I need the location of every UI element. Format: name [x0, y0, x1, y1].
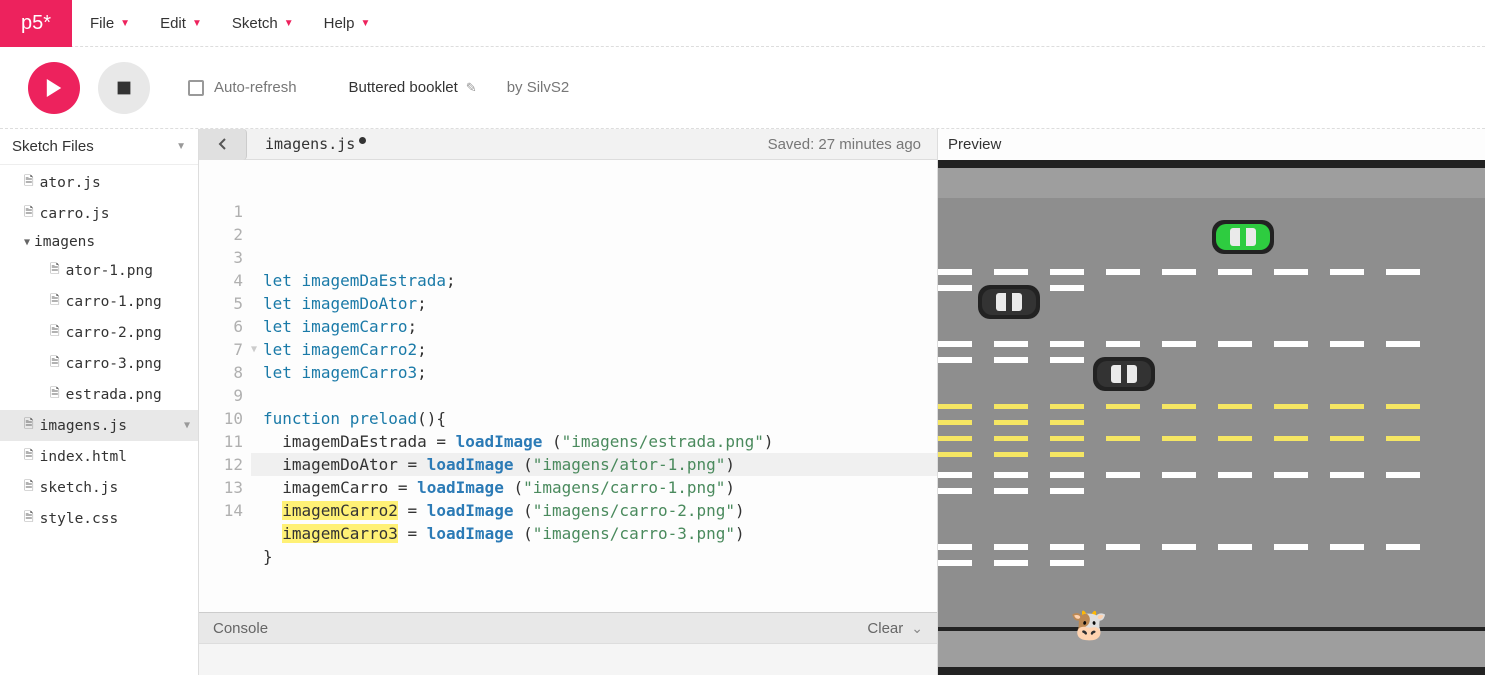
file-name: carro-3.png — [66, 356, 162, 372]
file-item[interactable]: 🗎 ator-1.png — [0, 255, 198, 286]
file-item[interactable]: 🗎 carro-3.png — [0, 348, 198, 379]
editor-column: imagens.js Saved: 27 minutes ago ▼ 12345… — [199, 129, 937, 675]
menu-bar: p5* File▼ Edit▼ Sketch▼ Help▼ — [0, 0, 1485, 47]
file-icon: 🗎 — [24, 203, 34, 224]
file-list: 🗎ator.js🗎carro.js▼imagens🗎ator-1.png🗎car… — [0, 165, 198, 534]
caret-down-icon: ▼ — [184, 420, 190, 431]
car-sprite — [1091, 353, 1157, 398]
auto-refresh-toggle[interactable]: Auto-refresh — [188, 79, 297, 96]
sidebar-header[interactable]: Sketch Files ▼ — [0, 129, 198, 165]
file-name: carro.js — [40, 206, 110, 222]
line-gutter: ▼ 1234567891011121314 — [199, 160, 251, 612]
file-item[interactable]: 🗎 ator.js — [0, 167, 198, 198]
file-icon: 🗎 — [24, 172, 34, 193]
control-bar: Auto-refresh Buttered booklet ✎ by SilvS… — [0, 47, 1485, 129]
car-sprite — [976, 281, 1042, 326]
stop-icon — [116, 80, 132, 96]
file-icon: 🗎 — [50, 322, 60, 343]
console-header[interactable]: Console Clear ⌄ — [199, 612, 937, 643]
preview-column: Preview 🐮 — [937, 129, 1485, 675]
file-name: estrada.png — [66, 387, 162, 403]
file-name: carro-1.png — [66, 294, 162, 310]
file-icon: 🗎 — [50, 260, 60, 281]
folder-item[interactable]: ▼ imagens — [0, 229, 198, 255]
actor-sprite: 🐮 — [1070, 608, 1107, 643]
chevron-left-icon — [218, 137, 228, 151]
author-label: by SilvS2 — [507, 79, 570, 96]
sketch-name[interactable]: Buttered booklet ✎ — [349, 79, 477, 96]
file-item[interactable]: 🗎 carro.js — [0, 198, 198, 229]
preview-header: Preview — [938, 129, 1485, 160]
file-item[interactable]: 🗎 carro-1.png — [0, 286, 198, 317]
logo: p5* — [0, 0, 72, 47]
file-icon: 🗎 — [24, 415, 34, 436]
auto-refresh-label: Auto-refresh — [214, 79, 297, 96]
menu-file[interactable]: File▼ — [90, 15, 130, 32]
collapse-sidebar-button[interactable] — [199, 129, 247, 160]
editor-header: imagens.js Saved: 27 minutes ago — [199, 129, 937, 160]
file-name: index.html — [40, 449, 127, 465]
file-icon: 🗎 — [24, 446, 34, 467]
file-name: imagens.js — [40, 418, 127, 434]
menu-sketch[interactable]: Sketch▼ — [232, 15, 294, 32]
file-name: ator.js — [40, 175, 101, 191]
file-name: imagens — [34, 234, 95, 250]
caret-down-icon: ▼ — [284, 18, 294, 29]
code-content[interactable]: let imagemDaEstrada;let imagemDoAtor;let… — [251, 160, 937, 612]
car-sprite — [1210, 216, 1276, 261]
file-name: style.css — [40, 511, 119, 527]
file-icon: 🗎 — [24, 508, 34, 529]
file-item[interactable]: 🗎 index.html — [0, 441, 198, 472]
file-item[interactable]: 🗎 carro-2.png — [0, 317, 198, 348]
stop-button[interactable] — [98, 62, 150, 114]
caret-down-icon: ▼ — [176, 141, 186, 152]
main-menu: File▼ Edit▼ Sketch▼ Help▼ — [72, 15, 370, 32]
code-editor[interactable]: ▼ 1234567891011121314 let imagemDaEstrad… — [199, 160, 937, 612]
caret-down-icon: ▼ — [120, 18, 130, 29]
play-icon — [45, 79, 63, 97]
unsaved-indicator-icon — [359, 137, 366, 144]
caret-down-icon: ▼ — [360, 18, 370, 29]
caret-down-icon: ▼ — [192, 18, 202, 29]
file-item[interactable]: 🗎 style.css — [0, 503, 198, 534]
file-name: sketch.js — [40, 480, 119, 496]
clear-button[interactable]: Clear — [867, 620, 903, 637]
console-label: Console — [213, 620, 268, 637]
folder-caret-icon: ▼ — [24, 237, 30, 248]
console-body — [199, 643, 937, 675]
saved-status: Saved: 27 minutes ago — [768, 136, 921, 153]
active-tab[interactable]: imagens.js — [247, 135, 366, 153]
file-item[interactable]: 🗎 sketch.js — [0, 472, 198, 503]
pencil-icon: ✎ — [466, 80, 477, 96]
file-item[interactable]: 🗎 imagens.js ▼ — [0, 410, 198, 441]
menu-help[interactable]: Help▼ — [324, 15, 371, 32]
file-item[interactable]: 🗎 estrada.png — [0, 379, 198, 410]
file-sidebar: Sketch Files ▼ 🗎 ator.js 🗎 carro.js ▼ imagens… — [0, 129, 199, 675]
file-icon: 🗎 — [24, 477, 34, 498]
play-button[interactable] — [28, 62, 80, 114]
chevron-down-icon: ⌄ — [911, 620, 923, 637]
checkbox-icon — [188, 80, 204, 96]
file-icon: 🗎 — [50, 353, 60, 374]
preview-canvas: 🐮 — [938, 160, 1485, 675]
file-icon: 🗎 — [50, 291, 60, 312]
file-icon: 🗎 — [50, 384, 60, 405]
file-name: carro-2.png — [66, 325, 162, 341]
file-name: ator-1.png — [66, 263, 153, 279]
menu-edit[interactable]: Edit▼ — [160, 15, 202, 32]
